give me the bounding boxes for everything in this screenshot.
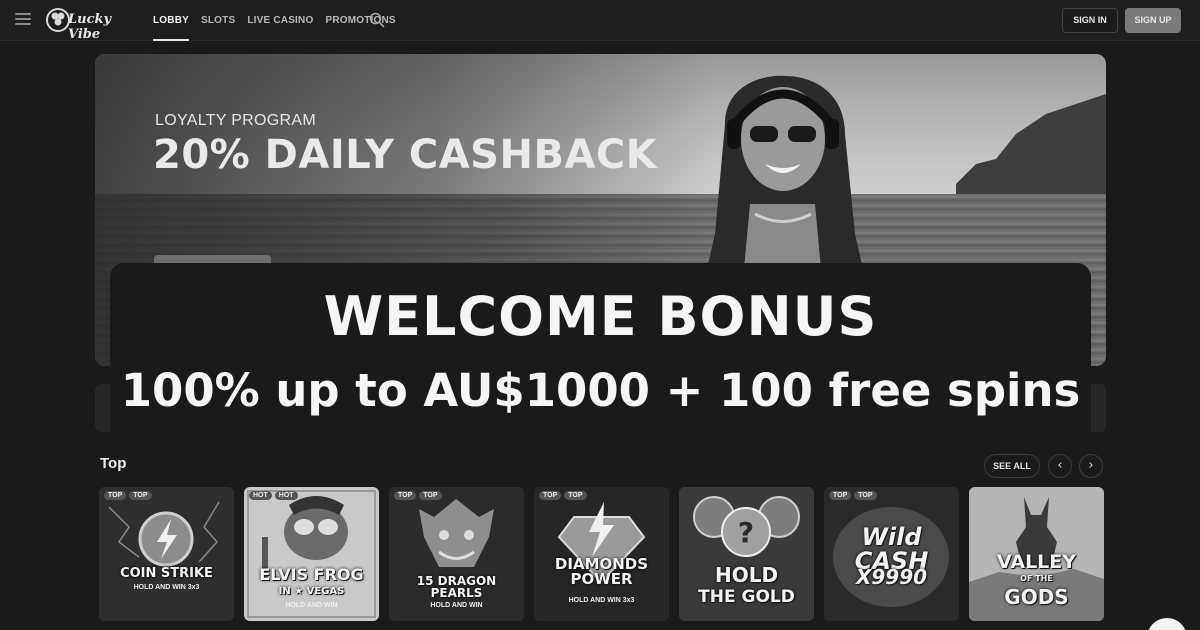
game-tile-diamonds-power[interactable]: TOP TOP DIAMONDS POWER HOLD AND WIN 3x3 [534, 487, 669, 621]
chat-button[interactable] [1147, 618, 1187, 630]
see-all-button[interactable]: SEE ALL [984, 454, 1040, 478]
nav-live-casino[interactable]: LIVE CASINO [247, 0, 313, 41]
sign-up-button[interactable]: SIGN UP [1125, 8, 1181, 33]
game-title-line2: IN ★ VEGAS [278, 586, 345, 597]
badge: TOP [564, 491, 587, 500]
badge: HOT [249, 491, 272, 500]
badge: TOP [539, 491, 562, 500]
game-tile-coin-strike[interactable]: TOP TOP COIN STRIKE HOLD AND WIN 3x3 [99, 487, 234, 621]
game-title: COIN STRIKE [120, 566, 213, 581]
game-title: 15 DRAGON PEARLS [416, 574, 497, 601]
game-tile-valley-of-the-gods[interactable]: VALLEY OF THE GODS [969, 487, 1104, 621]
badge: HOT [274, 491, 298, 500]
welcome-bonus-subtitle: 100% up to AU$1000 + 100 free spins [120, 364, 1081, 417]
badge: TOP [419, 491, 442, 500]
game-title-small: OF THE [1020, 574, 1053, 583]
badge: TOP [829, 491, 852, 500]
game-title: DIAMONDS POWER [554, 555, 649, 589]
game-subtitle: HOLD AND WIN [430, 602, 483, 609]
top-navigation-bar: Lucky Vibe LOBBY SLOTS LIVE CASINO PROMO… [0, 0, 1200, 42]
game-title-line2: X9990 [855, 565, 928, 589]
badge-group: TOP TOP [104, 491, 152, 500]
badge-group: TOP TOP [539, 491, 587, 500]
next-arrow-button[interactable]: › [1079, 454, 1103, 478]
welcome-bonus-overlay: WELCOME BONUS 100% up to AU$1000 + 100 f… [110, 263, 1091, 450]
badge-group: TOP TOP [394, 491, 442, 500]
game-subtitle: HOLD AND WIN 3x3 [133, 584, 200, 591]
game-title: HOLD [714, 563, 779, 587]
nav-promotions[interactable]: PROMOTIONS [325, 0, 395, 41]
game-subtitle: HOLD AND WIN [285, 602, 338, 609]
clover-logo-icon [46, 8, 70, 32]
game-tile-15-dragon-pearls[interactable]: TOP TOP 15 DRAGON PEARLS HOLD AND WIN [389, 487, 524, 621]
nav-slots[interactable]: SLOTS [201, 0, 235, 41]
search-icon[interactable] [369, 12, 385, 28]
hero-title: 20% DAILY CASHBACK [153, 132, 658, 178]
sign-in-button[interactable]: SIGN IN [1062, 8, 1118, 33]
badge: TOP [854, 491, 877, 500]
menu-icon[interactable] [15, 13, 31, 25]
cliff-image [956, 94, 1106, 194]
badge: TOP [104, 491, 127, 500]
game-tile-elvis-frog[interactable]: HOT HOT ELVIS FROG IN ★ VEGAS HOLD AND W… [244, 487, 379, 621]
nav-lobby[interactable]: LOBBY [153, 0, 189, 41]
hero-eyebrow: LOYALTY PROGRAM [155, 112, 316, 129]
lightning-background [99, 487, 234, 621]
svg-text:?: ? [738, 516, 754, 549]
games-carousel: TOP TOP COIN STRIKE HOLD AND WIN 3x3 HOT… [99, 487, 1109, 621]
game-title: VALLEY [996, 551, 1077, 573]
frog-art [244, 487, 379, 621]
game-title: ELVIS FROG [259, 565, 364, 584]
game-tile-hold-the-gold[interactable]: ? HOLD THE GOLD [679, 487, 814, 621]
game-title-line2: THE GOLD [698, 587, 795, 607]
section-title-top: Top [100, 455, 127, 472]
welcome-bonus-title: WELCOME BONUS [323, 285, 878, 348]
logo[interactable]: Lucky Vibe [44, 5, 138, 42]
game-subtitle: HOLD AND WIN 3x3 [568, 597, 635, 604]
prev-arrow-button[interactable]: ‹ [1048, 454, 1072, 478]
badge-group: TOP TOP [829, 491, 877, 500]
game-title-line2: GODS [1004, 585, 1069, 609]
dragon-art [389, 487, 524, 621]
badge: TOP [394, 491, 417, 500]
logo-text: Lucky Vibe [68, 12, 112, 42]
badge: TOP [129, 491, 152, 500]
badge-group: HOT HOT [249, 491, 298, 500]
game-tile-wild-cash[interactable]: TOP TOP Wild CASH X9990 [824, 487, 959, 621]
